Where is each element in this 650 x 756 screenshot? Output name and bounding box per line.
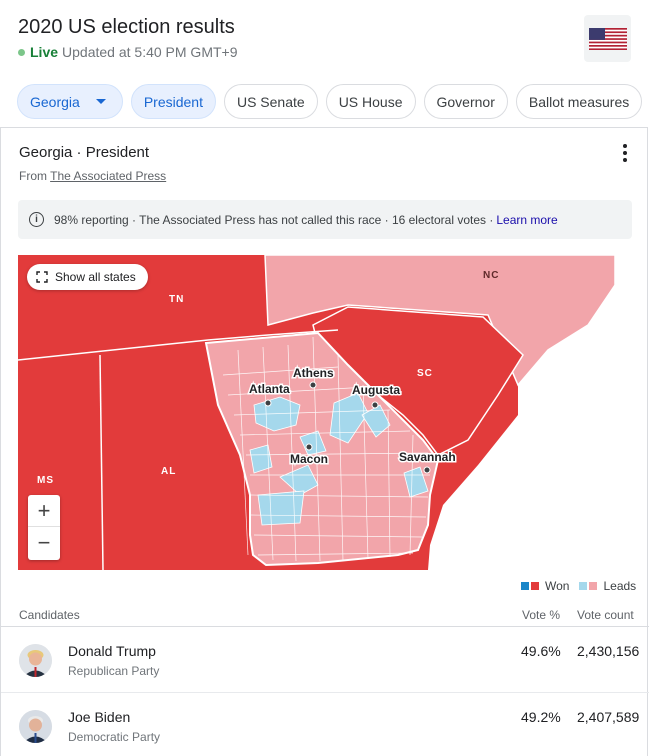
- info-icon: i: [29, 212, 44, 227]
- candidates-table-header: Candidates Vote % Vote count: [1, 605, 649, 627]
- col-vote-count: Vote count: [577, 608, 634, 622]
- election-map[interactable]: TN NC SC MS AL Atlanta Athens Augusta Ma…: [18, 255, 615, 570]
- city-label-savannah: Savannah: [399, 450, 456, 464]
- candidate-vote-count: 2,430,156: [577, 643, 640, 659]
- reporting-text: 98% reporting · The Associated Press has…: [54, 212, 494, 227]
- chip-president[interactable]: President: [130, 84, 216, 119]
- col-candidates: Candidates: [19, 608, 80, 622]
- col-vote-pct: Vote %: [522, 608, 561, 622]
- race-filter-chips: Georgia President US Senate US House Gov…: [17, 84, 643, 120]
- flag-graphic: [588, 27, 627, 50]
- dem-won-swatch: [521, 582, 529, 590]
- legend-leads-label: Leads: [603, 579, 637, 593]
- candidate-row[interactable]: Donald Trump Republican Party 49.6% 2,43…: [1, 628, 649, 693]
- zoom-controls: + −: [28, 495, 60, 560]
- caret-down-icon: [95, 99, 106, 104]
- race-title: Georgia · President: [19, 144, 150, 161]
- city-label-macon: Macon: [290, 452, 328, 466]
- candidate-party: Democratic Party: [68, 730, 161, 744]
- results-header: 2020 US election results Live Updated at…: [0, 0, 650, 128]
- candidate-name: Joe Biden: [68, 709, 131, 725]
- rep-won-swatch: [531, 582, 539, 590]
- live-label: Live: [30, 44, 59, 60]
- city-label-atlanta: Atlanta: [249, 382, 290, 396]
- trump-avatar-icon: [19, 644, 52, 677]
- candidate-vote-count: 2,407,589: [577, 709, 640, 725]
- page-title: 2020 US election results: [18, 16, 235, 38]
- rep-leads-swatch: [589, 582, 598, 590]
- race-card: Georgia · President From The Associated …: [0, 127, 649, 756]
- candidate-name: Donald Trump: [68, 643, 156, 659]
- candidate-vote-pct: 49.2%: [521, 709, 561, 725]
- show-all-states-label: Show all states: [55, 270, 136, 284]
- chip-us-house[interactable]: US House: [325, 84, 416, 119]
- city-label-athens: Athens: [293, 366, 334, 380]
- city-label-augusta: Augusta: [352, 383, 400, 397]
- zoom-out-button[interactable]: −: [28, 527, 60, 559]
- chip-georgia-label: Georgia: [30, 93, 80, 110]
- legend-won-label: Won: [545, 579, 570, 593]
- reporting-info-bar: i 98% reporting · The Associated Press h…: [18, 200, 632, 239]
- candidate-row[interactable]: Joe Biden Democratic Party 49.2% 2,407,5…: [1, 694, 649, 756]
- candidate-party: Republican Party: [68, 664, 160, 678]
- chip-us-senate[interactable]: US Senate: [223, 84, 318, 119]
- live-status: Live Updated at 5:40 PM GMT+9: [18, 44, 238, 60]
- chip-governor[interactable]: Governor: [423, 84, 508, 119]
- state-label-sc: SC: [417, 368, 433, 379]
- show-all-states-button[interactable]: Show all states: [27, 264, 148, 290]
- expand-icon: [36, 271, 48, 283]
- map-legend: Won Leads: [521, 579, 644, 593]
- state-label-al: AL: [161, 466, 176, 477]
- more-options-icon[interactable]: [616, 144, 634, 162]
- chip-georgia-dropdown[interactable]: Georgia: [17, 84, 123, 119]
- dem-leads-swatch: [579, 582, 588, 590]
- updated-time: Updated at 5:40 PM GMT+9: [62, 44, 238, 60]
- source-line: From The Associated Press: [19, 169, 166, 183]
- learn-more-link[interactable]: Learn more: [496, 213, 557, 227]
- source-prefix: From: [19, 169, 47, 183]
- candidate-vote-pct: 49.6%: [521, 643, 561, 659]
- us-flag-icon[interactable]: [584, 15, 631, 62]
- map-graphic: TN NC SC MS AL Atlanta Athens Augusta Ma…: [18, 255, 615, 570]
- avatar: [19, 710, 52, 743]
- source-link[interactable]: The Associated Press: [50, 169, 166, 183]
- biden-avatar-icon: [19, 710, 52, 743]
- live-dot-icon: [18, 48, 25, 56]
- zoom-in-button[interactable]: +: [28, 495, 60, 527]
- chip-ballot-measures[interactable]: Ballot measures: [515, 84, 643, 119]
- avatar: [19, 644, 52, 677]
- state-label-ms: MS: [37, 475, 54, 486]
- state-label-tn: TN: [169, 294, 184, 305]
- state-label-nc: NC: [483, 270, 499, 281]
